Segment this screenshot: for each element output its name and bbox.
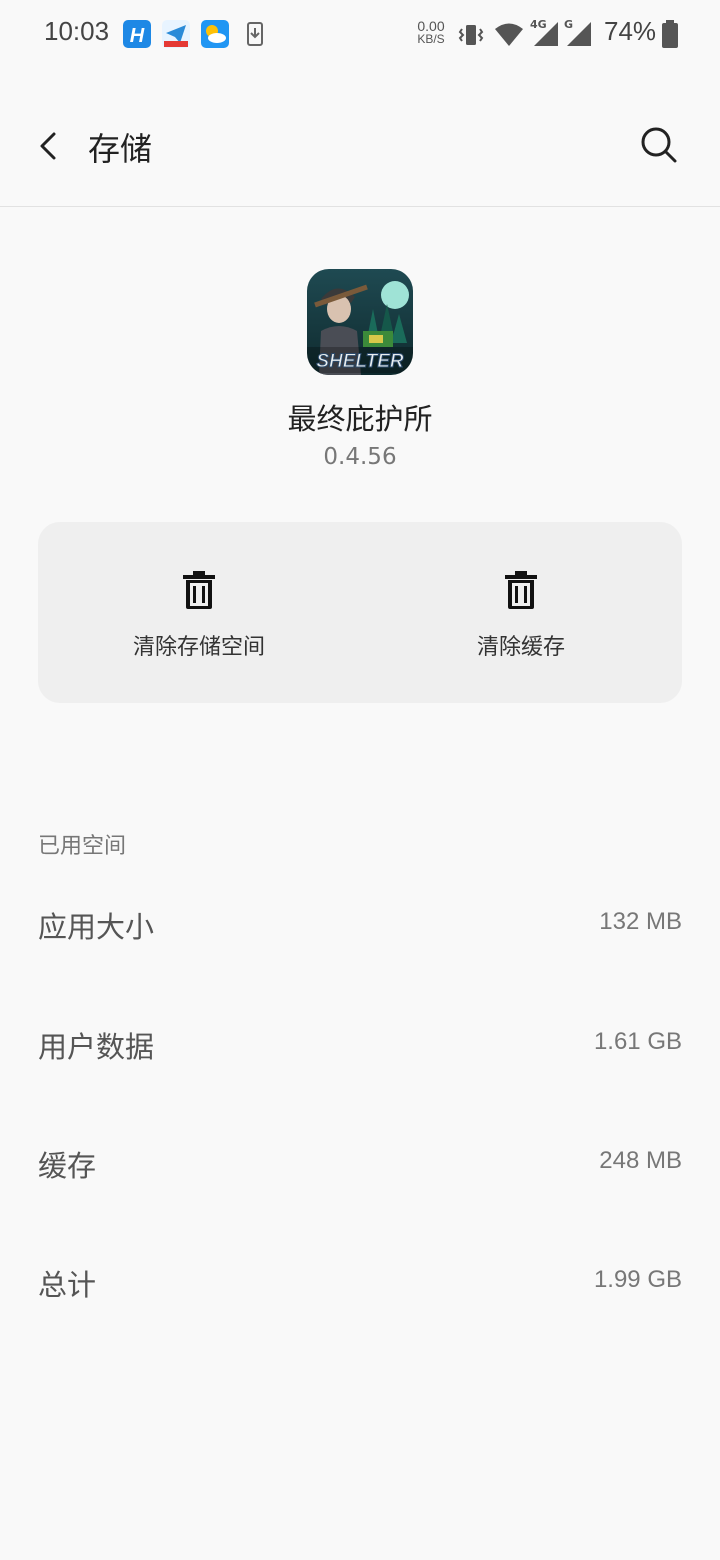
clear-cache-button[interactable]: 清除缓存: [360, 522, 682, 703]
battery-icon: [662, 20, 678, 48]
storage-row-total: 总计 1.99 GB: [0, 1238, 720, 1348]
signal-g-label: G: [564, 18, 574, 31]
storage-row-value: 1.99 GB: [593, 1266, 682, 1293]
clear-storage-label: 清除存储空间: [132, 635, 265, 660]
back-button[interactable]: [30, 126, 70, 166]
storage-row-value: 132 MB: [599, 908, 682, 935]
status-bar: 10:03 H 0.00 KB/S 4G G 74%: [0, 0, 720, 70]
clear-cache-label: 清除缓存: [476, 635, 565, 660]
back-arrow-icon: [40, 132, 56, 160]
svg-text:H: H: [130, 25, 145, 47]
page-title: 存储: [88, 130, 153, 168]
battery-percent: 74%: [604, 16, 657, 46]
download-icon: [245, 20, 265, 48]
signal-4g-label: 4G: [530, 18, 547, 31]
storage-row-label: 总计: [38, 1268, 97, 1302]
search-icon: [641, 127, 677, 163]
net-speed: 0.00 KB/S: [414, 19, 448, 46]
trash-icon: [505, 571, 537, 609]
vibrate-icon: [458, 25, 484, 45]
storage-row-app-size: 应用大小 132 MB: [0, 880, 720, 990]
actions-card: 清除存储空间 清除缓存: [38, 522, 682, 703]
storage-row-label: 缓存: [38, 1149, 97, 1183]
status-time: 10:03: [44, 16, 110, 46]
storage-row-cache: 缓存 248 MB: [0, 1119, 720, 1229]
app-bar: 存储: [0, 70, 720, 207]
telegram-app-icon: [162, 20, 190, 48]
storage-row-value: 248 MB: [599, 1147, 682, 1174]
storage-row-label: 用户数据: [38, 1030, 155, 1064]
app-name: 最终庇护所: [287, 402, 433, 436]
app-icon: SHELTER: [307, 269, 413, 375]
storage-row-user-data: 用户数据 1.61 GB: [0, 1000, 720, 1110]
h-app-icon: H: [123, 20, 151, 48]
clear-storage-button[interactable]: 清除存储空间: [38, 522, 360, 703]
app-icon-text: SHELTER: [316, 351, 404, 372]
weather-app-icon: [201, 20, 229, 48]
search-button[interactable]: [636, 122, 682, 168]
used-space-header: 已用空间: [38, 834, 127, 859]
wifi-icon: [495, 23, 523, 46]
storage-row-value: 1.61 GB: [593, 1028, 682, 1055]
storage-row-label: 应用大小: [38, 910, 155, 944]
app-version: 0.4.56: [323, 444, 397, 470]
net-speed-unit: KB/S: [417, 32, 445, 46]
trash-icon: [183, 571, 215, 609]
